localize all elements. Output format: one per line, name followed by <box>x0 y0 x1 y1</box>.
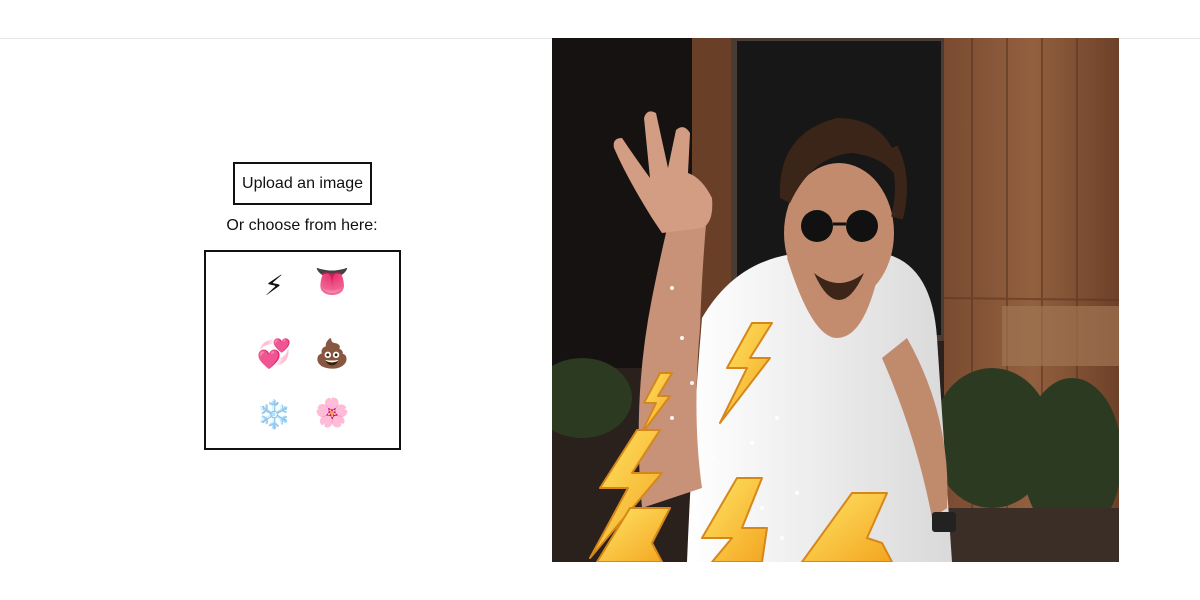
planters <box>932 508 1119 562</box>
watch <box>932 512 956 532</box>
top-bar <box>0 0 1200 39</box>
emoji-snowflake-icon[interactable]: ❄️ <box>254 395 294 435</box>
preview-image <box>552 38 1119 562</box>
emoji-cherry-blossom-icon[interactable]: 🌸 <box>312 393 352 433</box>
preview-illustration <box>552 38 1119 562</box>
emoji-tongue-icon[interactable]: 👅 <box>312 262 352 302</box>
left-lens <box>801 210 833 242</box>
emoji-picker: ⚡ 👅 💞 💩 ❄️ 🌸 <box>204 250 401 450</box>
choose-label: Or choose from here: <box>226 217 378 234</box>
upload-image-button[interactable]: Upload an image <box>233 162 372 205</box>
emoji-poo-icon[interactable]: 💩 <box>312 334 352 374</box>
emoji-high-voltage-icon[interactable]: ⚡ <box>254 266 294 306</box>
wood-panel <box>1002 306 1119 366</box>
emoji-heart-icon[interactable]: 💞 <box>254 334 294 374</box>
right-lens <box>846 210 878 242</box>
